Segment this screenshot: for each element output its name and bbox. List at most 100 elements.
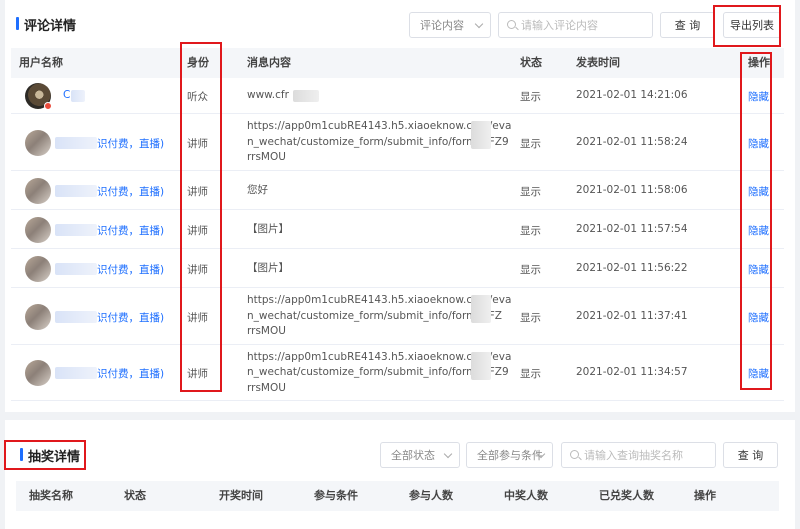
hide-action-link[interactable]: 隐藏: [748, 262, 769, 277]
redacted-name: [55, 310, 97, 323]
time-cell: 2021-02-01 11:58:24: [576, 135, 688, 148]
hide-action-link[interactable]: 隐藏: [748, 136, 769, 151]
col-draw-time: 开奖时间: [219, 489, 263, 502]
status-cell: 显示: [520, 311, 541, 324]
status-cell: 显示: [520, 263, 541, 276]
lottery-title: 抽奖详情: [20, 446, 80, 465]
message-line: www.cfr: [247, 89, 289, 102]
comment-search-placeholder: 请输入评论内容: [521, 19, 598, 32]
time-cell: 2021-02-01 11:37:41: [576, 309, 688, 322]
search-icon: [570, 450, 579, 459]
avatar: [25, 216, 51, 243]
col-message: 消息内容: [247, 56, 291, 69]
chevron-down-icon: [474, 19, 484, 29]
user-name-link[interactable]: 识付费，直播): [97, 184, 164, 199]
message-line: 【图片】: [247, 222, 289, 235]
redacted-name: [71, 90, 85, 102]
time-cell: 2021-02-01 11:34:57: [576, 366, 688, 378]
comment-filter-select[interactable]: 评论内容: [409, 12, 491, 38]
lottery-condition-value: 全部参与条件: [477, 449, 543, 462]
col-role: 身份: [187, 56, 209, 69]
hide-action-link[interactable]: 隐藏: [748, 366, 769, 381]
message-cell: www.cfr: [247, 88, 289, 104]
redacted-name: [55, 367, 97, 379]
user-name-link[interactable]: 识付费，直播): [97, 366, 164, 381]
redacted-name: [55, 136, 97, 149]
status-cell: 显示: [520, 91, 541, 103]
table-row: 识付费，直播) 讲师 【图片】 显示 2021-02-01 11:56:22 隐藏: [11, 249, 784, 288]
role-cell: 讲师: [187, 224, 208, 237]
avatar: [25, 360, 51, 386]
message-cell: 【图片】: [247, 261, 289, 277]
lottery-search-placeholder: 请输入查询抽奖名称: [584, 449, 683, 462]
comment-filter-value: 评论内容: [420, 19, 464, 32]
redacted-text: [471, 351, 491, 380]
comment-search-button[interactable]: 查 询: [660, 12, 715, 38]
avatar: [25, 129, 51, 156]
lottery-status-select[interactable]: 全部状态: [380, 442, 460, 468]
hide-action-link[interactable]: 隐藏: [748, 310, 769, 325]
message-line: rrsMOU: [247, 151, 286, 164]
live-badge-icon: [44, 102, 52, 110]
table-row: 识付费，直播) 讲师 您好 显示 2021-02-01 11:58:06 隐藏: [11, 171, 784, 210]
lottery-search-input[interactable]: 请输入查询抽奖名称: [561, 442, 716, 468]
avatar: [25, 177, 51, 204]
role-cell: 讲师: [187, 368, 208, 380]
user-name-link[interactable]: 识付费，直播): [97, 136, 164, 151]
message-line: 您好: [247, 183, 268, 196]
time-cell: 2021-02-01 11:57:54: [576, 222, 688, 235]
user-name-link[interactable]: 识付费，直播): [97, 223, 164, 238]
search-icon: [507, 20, 516, 29]
table-row: 识付费，直播) 讲师 https://app0m1cubRE4143.h5.xiao…: [11, 114, 784, 171]
hide-action-link[interactable]: 隐藏: [748, 223, 769, 238]
role-cell: 讲师: [187, 185, 208, 198]
role-cell: 讲师: [187, 137, 208, 150]
redacted-text: [471, 121, 491, 150]
status-cell: 显示: [520, 224, 541, 237]
col-action: 操作: [748, 56, 770, 69]
redacted-name: [55, 262, 97, 275]
status-cell: 显示: [520, 368, 541, 380]
col-lottery-name: 抽奖名称: [29, 489, 73, 502]
export-list-button[interactable]: 导出列表: [723, 12, 781, 38]
redacted-name: [55, 223, 97, 236]
table-row: C 听众 www.cfr 显示 2021-02-01 14:21:06 隐藏: [11, 78, 784, 114]
role-cell: 听众: [187, 91, 208, 103]
table-row: 识付费，直播) 讲师 https://app0m1cubRE4143.h5.xiao…: [11, 345, 784, 401]
hide-action-link[interactable]: 隐藏: [748, 89, 769, 104]
redacted-text: [471, 295, 491, 324]
user-name-link[interactable]: 识付费，直播): [97, 310, 164, 325]
time-cell: 2021-02-01 11:58:06: [576, 183, 688, 196]
chevron-down-icon: [443, 449, 453, 459]
col-time: 发表时间: [576, 56, 620, 69]
time-cell: 2021-02-01 14:21:06: [576, 89, 688, 101]
redacted-name: [55, 184, 97, 197]
avatar: [25, 255, 51, 282]
comment-search-input[interactable]: 请输入评论内容: [498, 12, 653, 38]
user-name-link[interactable]: 识付费，直播): [97, 262, 164, 277]
lottery-status-value: 全部状态: [391, 449, 435, 462]
role-cell: 讲师: [187, 311, 208, 324]
time-cell: 2021-02-01 11:56:22: [576, 261, 688, 274]
message-line: rrsMOU: [247, 381, 286, 394]
lottery-condition-select[interactable]: 全部参与条件: [466, 442, 553, 468]
col-lottery-action: 操作: [694, 489, 716, 502]
col-winners: 中奖人数: [504, 489, 548, 502]
avatar: [25, 303, 51, 330]
message-cell: 【图片】: [247, 222, 289, 238]
col-lottery-status: 状态: [124, 489, 146, 502]
user-name-link[interactable]: C: [63, 89, 70, 101]
lottery-table-header: 抽奖名称 状态 开奖时间 参与条件 参与人数 中奖人数 已兑奖人数 操作: [16, 481, 779, 511]
avatar: [25, 83, 52, 110]
role-cell: 讲师: [187, 263, 208, 276]
col-redeemed: 已兑奖人数: [599, 489, 654, 502]
col-condition: 参与条件: [314, 489, 358, 502]
col-user: 用户名称: [19, 56, 63, 69]
lottery-search-button[interactable]: 查 询: [723, 442, 778, 468]
hide-action-link[interactable]: 隐藏: [748, 184, 769, 199]
comments-table-header: 用户名称 身份 消息内容 状态 发表时间 操作: [11, 48, 784, 78]
message-line: rrsMOU: [247, 325, 286, 338]
status-cell: 显示: [520, 137, 541, 150]
message-cell: 您好: [247, 183, 268, 199]
table-row: 识付费，直播) 讲师 https://app0m1cubRE4143.h5.xiao…: [11, 288, 784, 345]
